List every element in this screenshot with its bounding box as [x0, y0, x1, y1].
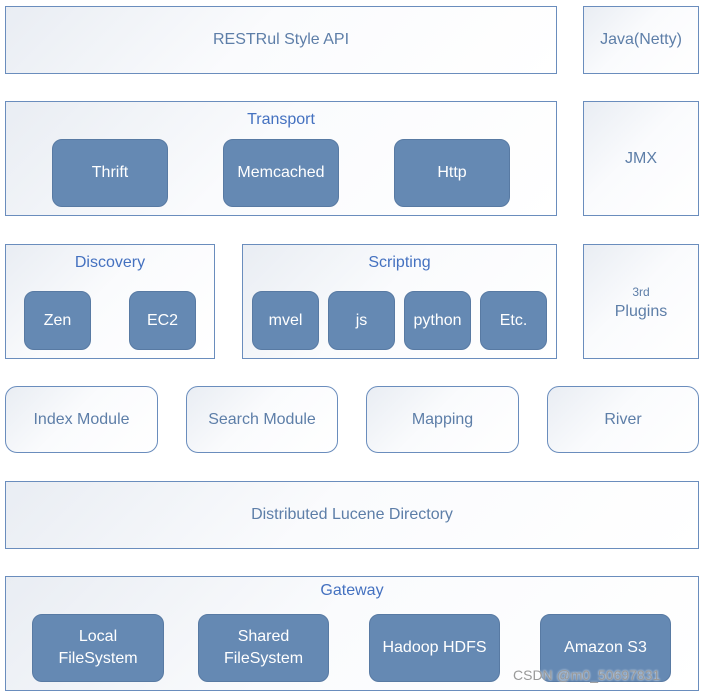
thrift-box: Thrift	[52, 139, 168, 207]
shared-filesystem-box: Shared FileSystem	[198, 614, 329, 682]
third-party-plugins-box: 3rd Plugins	[583, 244, 699, 359]
index-module-box: Index Module	[5, 386, 158, 453]
search-module-box: Search Module	[186, 386, 338, 453]
label: Shared	[237, 628, 290, 645]
memcached-box: Memcached	[223, 139, 339, 207]
jmx-box: JMX	[583, 101, 699, 216]
zen-box: Zen	[24, 291, 91, 350]
gateway-title: Gateway	[320, 582, 384, 599]
mvel-box: mvel	[252, 291, 319, 350]
rest-api-layer: RESTRul Style API	[5, 6, 557, 74]
label: Local	[78, 628, 118, 645]
river-box: River	[547, 386, 699, 453]
label: FileSystem	[223, 650, 304, 667]
java-netty-box: Java(Netty)	[583, 6, 699, 74]
plugins-sup: 3rd	[632, 284, 650, 299]
scripting-title: Scripting	[368, 254, 431, 271]
watermark: CSDN @m0_50697831	[513, 667, 661, 683]
python-box: python	[404, 291, 471, 350]
http-box: Http	[394, 139, 510, 207]
plugins-label: Plugins	[614, 302, 668, 320]
lucene-directory-layer: Distributed Lucene Directory	[5, 481, 699, 549]
label: FileSystem	[58, 650, 138, 667]
ec2-box: EC2	[129, 291, 196, 350]
local-filesystem-box: Local FileSystem	[32, 614, 164, 682]
etc-box: Etc.	[480, 291, 547, 350]
transport-title: Transport	[247, 111, 315, 128]
hadoop-hdfs-box: Hadoop HDFS	[369, 614, 500, 682]
discovery-title: Discovery	[74, 254, 146, 271]
js-box: js	[328, 291, 395, 350]
mapping-box: Mapping	[366, 386, 519, 453]
